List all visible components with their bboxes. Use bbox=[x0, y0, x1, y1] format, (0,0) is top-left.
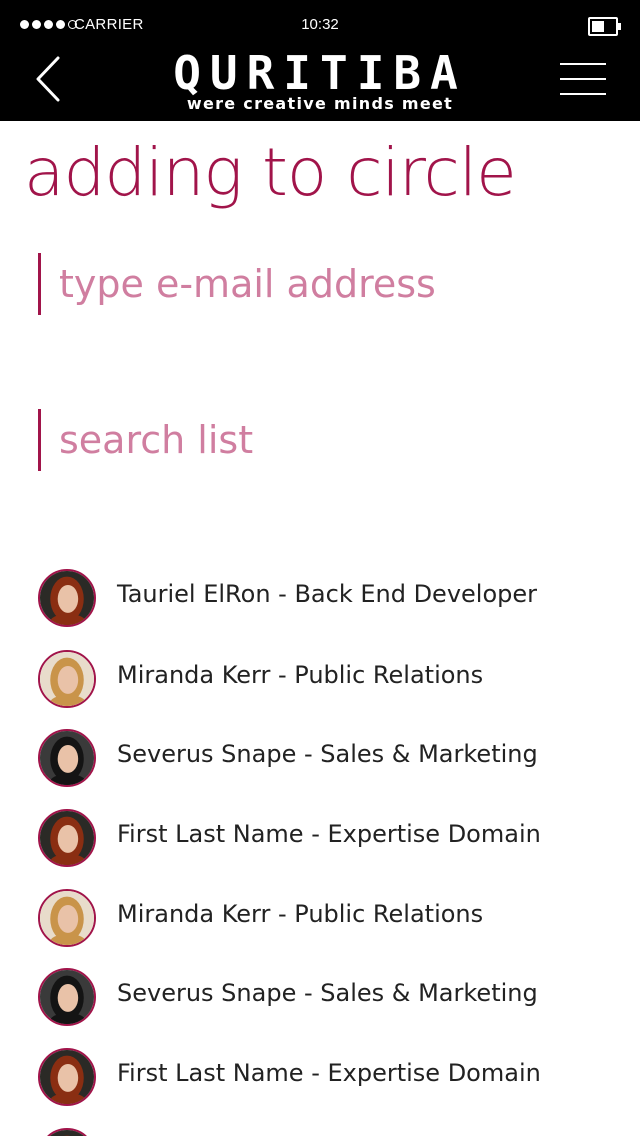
contact-label: Miranda Kerr - Public Relations bbox=[117, 661, 484, 689]
contact-list-item[interactable]: Miranda Kerr - Public Relations bbox=[38, 889, 598, 949]
contact-list-item[interactable] bbox=[38, 1128, 598, 1136]
avatar bbox=[38, 889, 96, 947]
page-title: adding to circle bbox=[24, 134, 517, 211]
status-time: 10:32 bbox=[301, 16, 339, 33]
email-field-wrapper bbox=[38, 253, 598, 315]
menu-button[interactable] bbox=[560, 58, 606, 98]
status-bar: CARRIER 10:32 bbox=[0, 0, 640, 50]
avatar bbox=[38, 809, 96, 867]
brand-logo: QURITIBA were creative minds meet bbox=[0, 48, 640, 113]
avatar bbox=[38, 968, 96, 1026]
avatar bbox=[38, 569, 96, 627]
contact-label: Tauriel ElRon - Back End Developer bbox=[117, 580, 538, 608]
avatar bbox=[38, 650, 96, 708]
contact-list-item[interactable]: First Last Name - Expertise Domain bbox=[38, 809, 598, 869]
contact-list-item[interactable]: Severus Snape - Sales & Marketing bbox=[38, 729, 598, 789]
contact-list-item[interactable]: First Last Name - Expertise Domain bbox=[38, 1048, 598, 1108]
contact-list-item[interactable]: Severus Snape - Sales & Marketing bbox=[38, 968, 598, 1028]
contact-list-item[interactable]: Tauriel ElRon - Back End Developer bbox=[38, 569, 598, 629]
battery-icon bbox=[588, 17, 621, 36]
avatar bbox=[38, 1048, 96, 1106]
battery-level bbox=[592, 21, 606, 32]
brand-name: QURITIBA bbox=[173, 46, 467, 100]
avatar bbox=[38, 1128, 96, 1136]
search-field-wrapper bbox=[38, 409, 598, 471]
app-header: CARRIER 10:32 QURITIBA were creative min… bbox=[0, 0, 640, 121]
search-input[interactable] bbox=[59, 415, 579, 465]
contact-label: First Last Name - Expertise Domain bbox=[117, 1059, 541, 1087]
contact-label: Severus Snape - Sales & Marketing bbox=[117, 740, 538, 768]
email-field[interactable] bbox=[59, 259, 579, 309]
contact-label: Severus Snape - Sales & Marketing bbox=[117, 979, 538, 1007]
avatar bbox=[38, 729, 96, 787]
contact-label: First Last Name - Expertise Domain bbox=[117, 820, 541, 848]
contact-list-item[interactable]: Miranda Kerr - Public Relations bbox=[38, 650, 598, 710]
contact-label: Miranda Kerr - Public Relations bbox=[117, 900, 484, 928]
brand-tagline: were creative minds meet bbox=[186, 94, 454, 113]
